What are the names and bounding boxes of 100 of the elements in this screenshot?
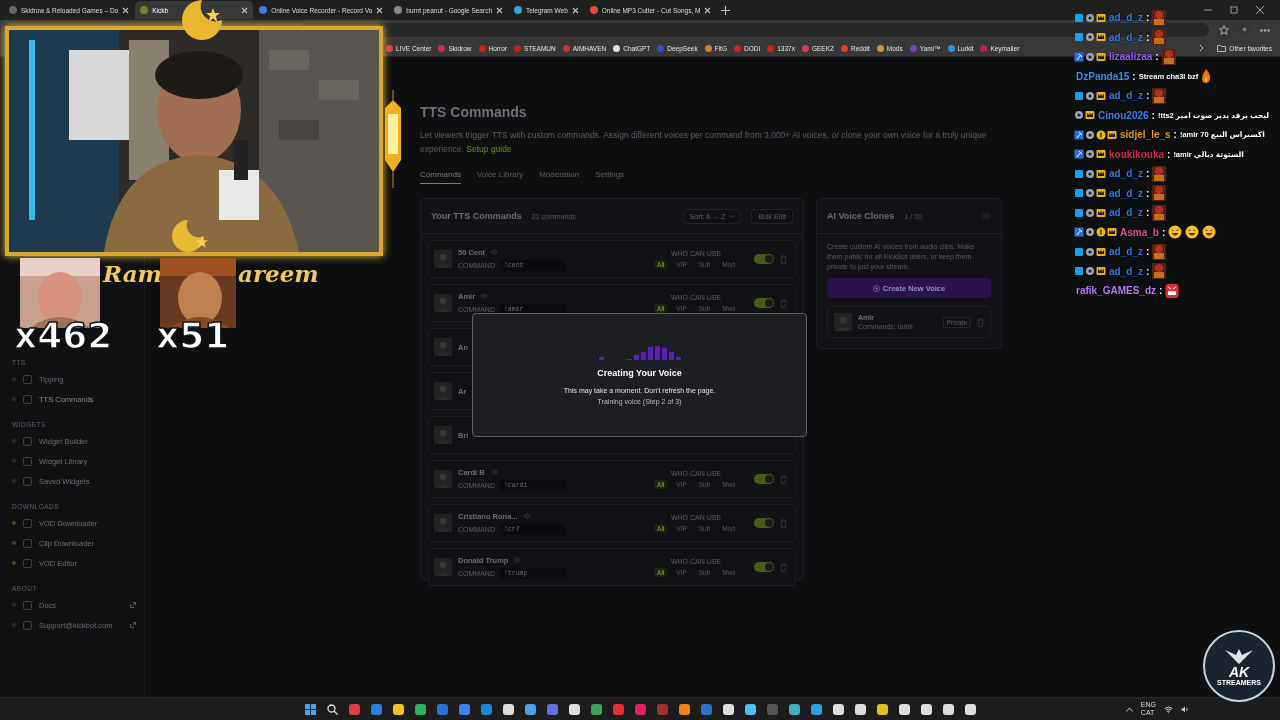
folder-icon <box>1217 44 1227 52</box>
badge-icon <box>1085 188 1095 199</box>
badge-icon <box>1096 149 1106 160</box>
site-icon <box>513 44 521 52</box>
banner-text: areem <box>238 260 319 287</box>
more-icon <box>1260 28 1270 32</box>
badge-icon <box>1074 168 1084 179</box>
logo-text: AK <box>1228 664 1250 679</box>
close-icon <box>241 6 249 14</box>
chat-username: ad_d_z <box>1109 31 1143 43</box>
chat-username: lizaalizaa <box>1109 51 1153 63</box>
badge-icon <box>1085 149 1095 160</box>
trash-icon <box>780 298 787 308</box>
card-title: Your TTS Commands <box>431 211 522 221</box>
app-icon[interactable] <box>745 703 756 715</box>
chat-username: Cinou2026 <box>1098 109 1149 121</box>
laughing-emoji-icon <box>1185 224 1200 241</box>
app-icon[interactable] <box>503 703 514 715</box>
app-icon[interactable] <box>877 703 888 715</box>
chevron-right-icon <box>1199 44 1205 52</box>
star-icon <box>196 236 208 248</box>
search-icon <box>327 703 338 715</box>
site-icon <box>767 44 775 52</box>
badge-icon <box>1074 51 1084 62</box>
badge-icon <box>1074 32 1084 43</box>
card-title: AI Voice Clones <box>827 211 895 221</box>
app-icon[interactable] <box>965 703 976 715</box>
page-tab[interactable]: Commands <box>420 170 461 184</box>
badge-icon <box>1074 227 1084 238</box>
site-icon <box>514 6 522 14</box>
page-title: TTS Commands <box>420 104 527 120</box>
page-description: Let viewers trigger TTS with custom commands. Assign different voices per command from 3,000+ AI voices, or clone your own voice for a truly unique experience. Setup guide <box>420 129 988 156</box>
page-tab[interactable]: Moderation <box>539 170 580 184</box>
badge-icon <box>1074 129 1084 140</box>
badge-icon <box>1085 207 1095 218</box>
chat-username: Asma_b <box>1120 226 1159 238</box>
trash-icon <box>977 317 984 327</box>
toggle-switch[interactable] <box>754 518 774 528</box>
toggle-switch[interactable] <box>754 474 774 484</box>
chat-separator: : <box>1161 226 1166 238</box>
badge-icon <box>1085 168 1095 179</box>
toggle-switch[interactable] <box>754 254 774 264</box>
badge-icon <box>1074 266 1084 277</box>
app-icon[interactable] <box>833 703 844 715</box>
banner-text: Ram <box>103 260 162 287</box>
site-icon <box>589 6 598 14</box>
app-icon[interactable] <box>679 703 690 715</box>
chat-separator: : <box>1145 187 1150 199</box>
app-icon[interactable] <box>415 703 426 715</box>
chat-username: sidjel_le_s <box>1120 129 1171 141</box>
site-icon <box>394 6 403 14</box>
chat-separator: : <box>1151 109 1155 121</box>
chat-separator: : <box>1155 51 1159 63</box>
site-icon <box>478 44 486 52</box>
site-icon <box>9 6 17 14</box>
emote-icon <box>1152 29 1167 46</box>
trash-icon <box>780 518 787 528</box>
site-icon <box>613 44 621 52</box>
setup-guide-link[interactable]: Setup guide <box>466 144 512 154</box>
chat-separator: : <box>1159 285 1163 297</box>
speaker-icon <box>481 293 489 299</box>
chat-separator: : <box>1145 31 1150 43</box>
app-icon[interactable] <box>943 703 954 715</box>
site-icon <box>438 44 446 52</box>
chat-username: ad_d_z <box>1109 207 1143 219</box>
chat-username: ad_d_z <box>1109 12 1143 24</box>
site-icon <box>947 44 955 52</box>
toggle-switch[interactable] <box>754 298 774 308</box>
chat-username: ad_d_z <box>1109 90 1143 102</box>
badge-icon <box>1085 266 1095 277</box>
app-icon[interactable] <box>723 703 734 715</box>
badge-icon <box>1096 188 1106 199</box>
badge-icon <box>1096 207 1106 218</box>
app-icon[interactable] <box>899 703 910 715</box>
app-icon[interactable] <box>525 703 536 715</box>
chat-separator: : <box>1145 246 1150 258</box>
chat-username: rafik_GAMES_dz <box>1076 285 1157 297</box>
app-icon[interactable] <box>811 703 822 715</box>
app-icon[interactable] <box>569 703 580 715</box>
page-tab[interactable]: Settings <box>595 170 625 184</box>
dialog-title: Creating Your Voice <box>597 368 682 378</box>
badge-icon <box>1096 90 1106 101</box>
crescent-moon-icon <box>182 0 222 40</box>
close-icon <box>496 6 503 14</box>
app-icon[interactable] <box>921 703 932 715</box>
app-icon[interactable] <box>855 703 866 715</box>
app-icon[interactable] <box>393 703 404 715</box>
app-icon[interactable] <box>789 703 800 715</box>
chat-username: ad_d_z <box>1109 265 1143 277</box>
badge-icon <box>1085 129 1095 140</box>
page-tab[interactable]: Voice Library <box>476 170 524 184</box>
restore-icon <box>1230 6 1238 14</box>
toggle-switch[interactable] <box>754 562 774 572</box>
badge-icon <box>1085 90 1095 101</box>
badge-icon <box>1085 110 1095 121</box>
badge-icon <box>1074 110 1084 121</box>
app-icon[interactable] <box>591 703 602 715</box>
close-icon <box>1256 6 1264 14</box>
close-icon <box>704 6 712 14</box>
site-icon <box>140 6 149 14</box>
